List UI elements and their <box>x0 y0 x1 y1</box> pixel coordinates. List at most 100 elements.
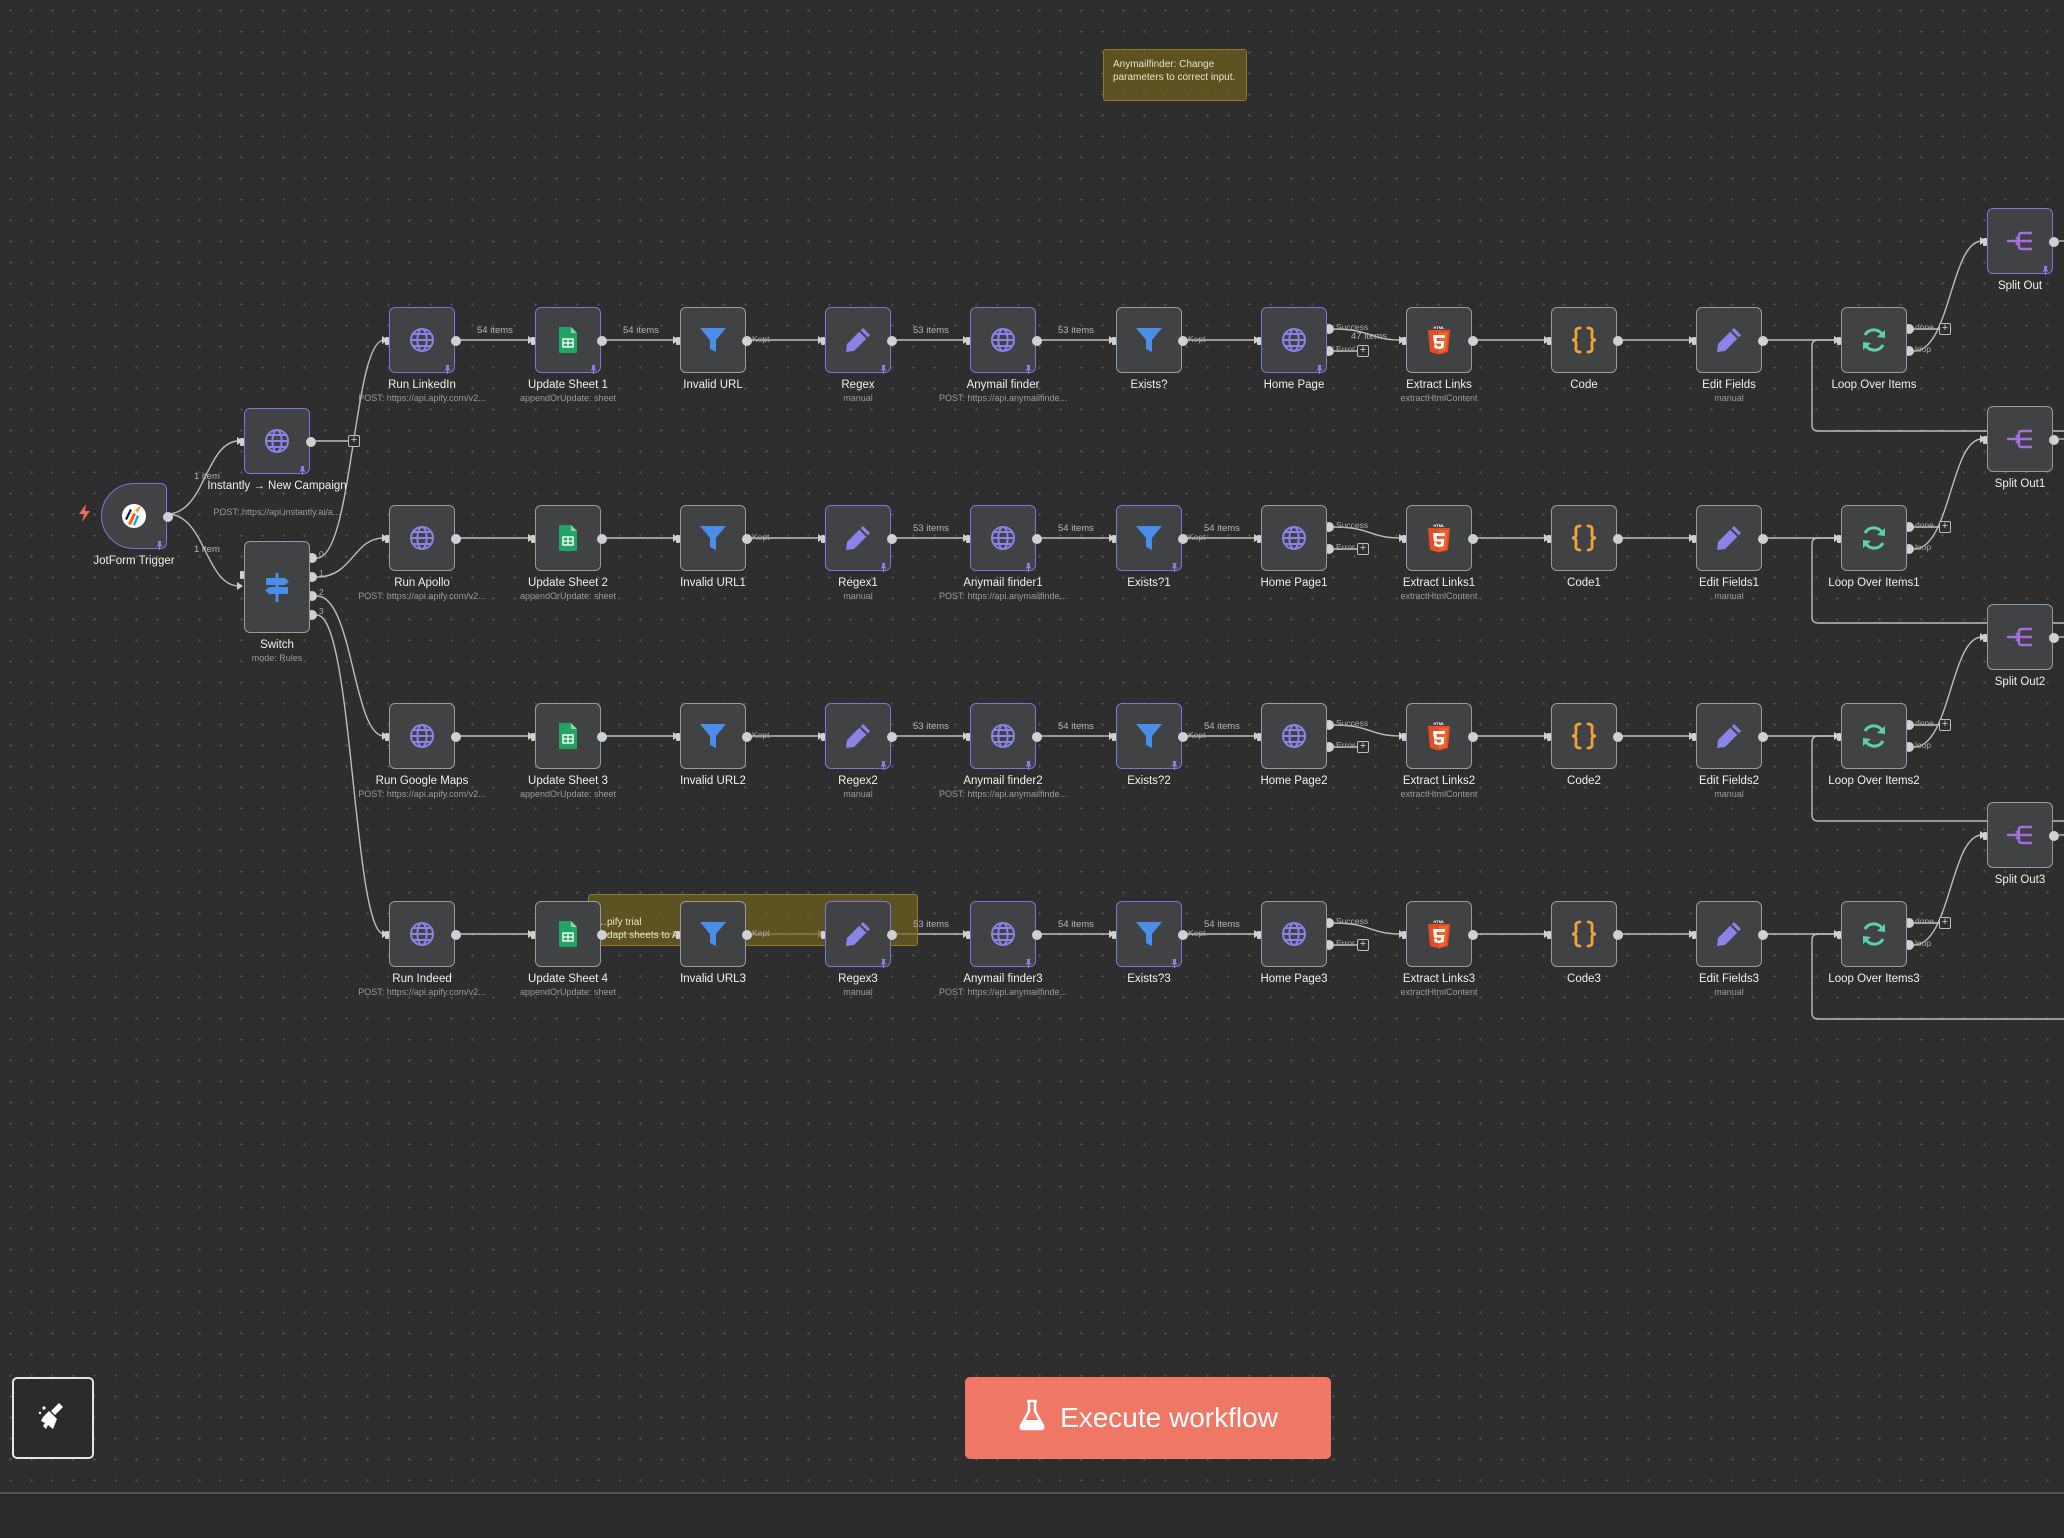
output-port[interactable] <box>1468 336 1478 346</box>
input-port[interactable] <box>676 931 680 939</box>
output-port[interactable] <box>1178 732 1188 742</box>
output-port[interactable] <box>597 336 607 346</box>
node-switch[interactable] <box>240 541 310 633</box>
add-node-plus-icon[interactable]: + <box>348 435 360 447</box>
sticky-note-anymailfinder[interactable]: Anymailfinder: Change parameters to corr… <box>1103 49 1247 101</box>
node-code[interactable] <box>1547 307 1623 373</box>
node-extract-links3[interactable]: HTML <box>1402 901 1478 967</box>
input-port[interactable] <box>821 733 825 741</box>
output-port[interactable] <box>451 534 461 544</box>
output-port[interactable] <box>1178 930 1188 940</box>
output-port[interactable] <box>1468 534 1478 544</box>
input-port[interactable] <box>1692 535 1696 543</box>
input-port[interactable] <box>1402 535 1406 543</box>
node-run-indeed[interactable] <box>385 901 461 967</box>
node-invalid-url3[interactable] <box>676 901 752 967</box>
output-port[interactable] <box>742 336 752 346</box>
node-run-apollo[interactable] <box>385 505 461 571</box>
input-port[interactable] <box>1983 238 1987 246</box>
input-port[interactable] <box>1112 535 1116 543</box>
node-anymail-finder3[interactable] <box>966 901 1042 968</box>
add-node-plus-icon[interactable]: + <box>1357 543 1369 555</box>
output-port[interactable] <box>742 930 752 940</box>
output-port[interactable] <box>887 336 897 346</box>
input-port[interactable] <box>1257 535 1261 543</box>
output-port[interactable] <box>451 336 461 346</box>
node-edit-fields1[interactable] <box>1692 505 1768 571</box>
input-port[interactable] <box>1837 733 1841 741</box>
input-port[interactable] <box>676 733 680 741</box>
output-port[interactable] <box>1613 534 1623 544</box>
input-port[interactable] <box>1402 733 1406 741</box>
node-invalid-url2[interactable] <box>676 703 752 769</box>
input-port[interactable] <box>1837 931 1841 939</box>
node-split-out2[interactable] <box>1983 604 2059 670</box>
node-split-out3[interactable] <box>1983 802 2059 868</box>
output-port[interactable] <box>1613 336 1623 346</box>
input-port[interactable] <box>1983 436 1987 444</box>
input-port[interactable] <box>1547 535 1551 543</box>
node-anymail-finder2[interactable] <box>966 703 1042 770</box>
node-anymail-finder1[interactable] <box>966 505 1042 572</box>
input-port[interactable] <box>531 535 535 543</box>
output-port[interactable] <box>887 534 897 544</box>
input-port[interactable] <box>966 733 970 741</box>
input-port[interactable] <box>676 337 680 345</box>
node-run-google-maps[interactable] <box>385 703 461 769</box>
output-port[interactable] <box>1032 732 1042 742</box>
node-exists-2[interactable] <box>1112 703 1188 770</box>
input-port[interactable] <box>1402 931 1406 939</box>
node-extract-links[interactable]: HTML <box>1402 307 1478 373</box>
add-node-plus-icon[interactable]: + <box>1357 345 1369 357</box>
node-extract-links2[interactable]: HTML <box>1402 703 1478 769</box>
connection[interactable] <box>316 595 385 737</box>
input-port[interactable] <box>385 931 389 939</box>
output-port[interactable] <box>1032 930 1042 940</box>
node-split-out1[interactable] <box>1983 406 2059 472</box>
node-loop-over-items3[interactable] <box>1837 901 1907 967</box>
output-port[interactable] <box>1032 336 1042 346</box>
output-port[interactable] <box>597 534 607 544</box>
input-port[interactable] <box>240 438 244 446</box>
add-node-plus-icon[interactable]: + <box>1939 917 1951 929</box>
node-code1[interactable] <box>1547 505 1623 571</box>
node-update-sheet-1[interactable] <box>531 307 607 374</box>
node-edit-fields3[interactable] <box>1692 901 1768 967</box>
output-port[interactable] <box>597 732 607 742</box>
node-update-sheet-4[interactable] <box>531 901 607 967</box>
node-edit-fields[interactable] <box>1692 307 1768 373</box>
node-loop-over-items1[interactable] <box>1837 505 1907 571</box>
node-home-page[interactable] <box>1257 307 1327 374</box>
input-port[interactable] <box>1837 337 1841 345</box>
node-update-sheet-2[interactable] <box>531 505 607 571</box>
node-instantly-to-new-campaign[interactable] <box>240 408 316 475</box>
output-port[interactable] <box>887 732 897 742</box>
input-port[interactable] <box>1837 535 1841 543</box>
input-port[interactable] <box>1402 337 1406 345</box>
input-port[interactable] <box>1983 634 1987 642</box>
output-port[interactable] <box>2049 831 2059 841</box>
input-port[interactable] <box>821 931 825 939</box>
node-edit-fields2[interactable] <box>1692 703 1768 769</box>
output-port[interactable] <box>1032 534 1042 544</box>
input-port[interactable] <box>1692 931 1696 939</box>
workflow-canvas[interactable]: Anymailfinder: Change parameters to corr… <box>0 0 2064 1492</box>
node-regex3[interactable] <box>821 901 897 968</box>
input-port[interactable] <box>1112 733 1116 741</box>
input-port[interactable] <box>676 535 680 543</box>
node-loop-over-items[interactable] <box>1837 307 1907 373</box>
add-node-plus-icon[interactable]: + <box>1939 323 1951 335</box>
input-port[interactable] <box>966 931 970 939</box>
output-port[interactable] <box>1613 930 1623 940</box>
node-extract-links1[interactable]: HTML <box>1402 505 1478 571</box>
node-regex2[interactable] <box>821 703 897 770</box>
connection[interactable] <box>316 339 385 559</box>
node-code3[interactable] <box>1547 901 1623 967</box>
input-port[interactable] <box>385 337 389 345</box>
input-port[interactable] <box>385 733 389 741</box>
node-split-out[interactable] <box>1983 208 2059 275</box>
node-home-page3[interactable] <box>1257 901 1327 967</box>
output-port[interactable] <box>2049 633 2059 643</box>
output-port[interactable] <box>1468 930 1478 940</box>
input-port[interactable] <box>821 535 825 543</box>
